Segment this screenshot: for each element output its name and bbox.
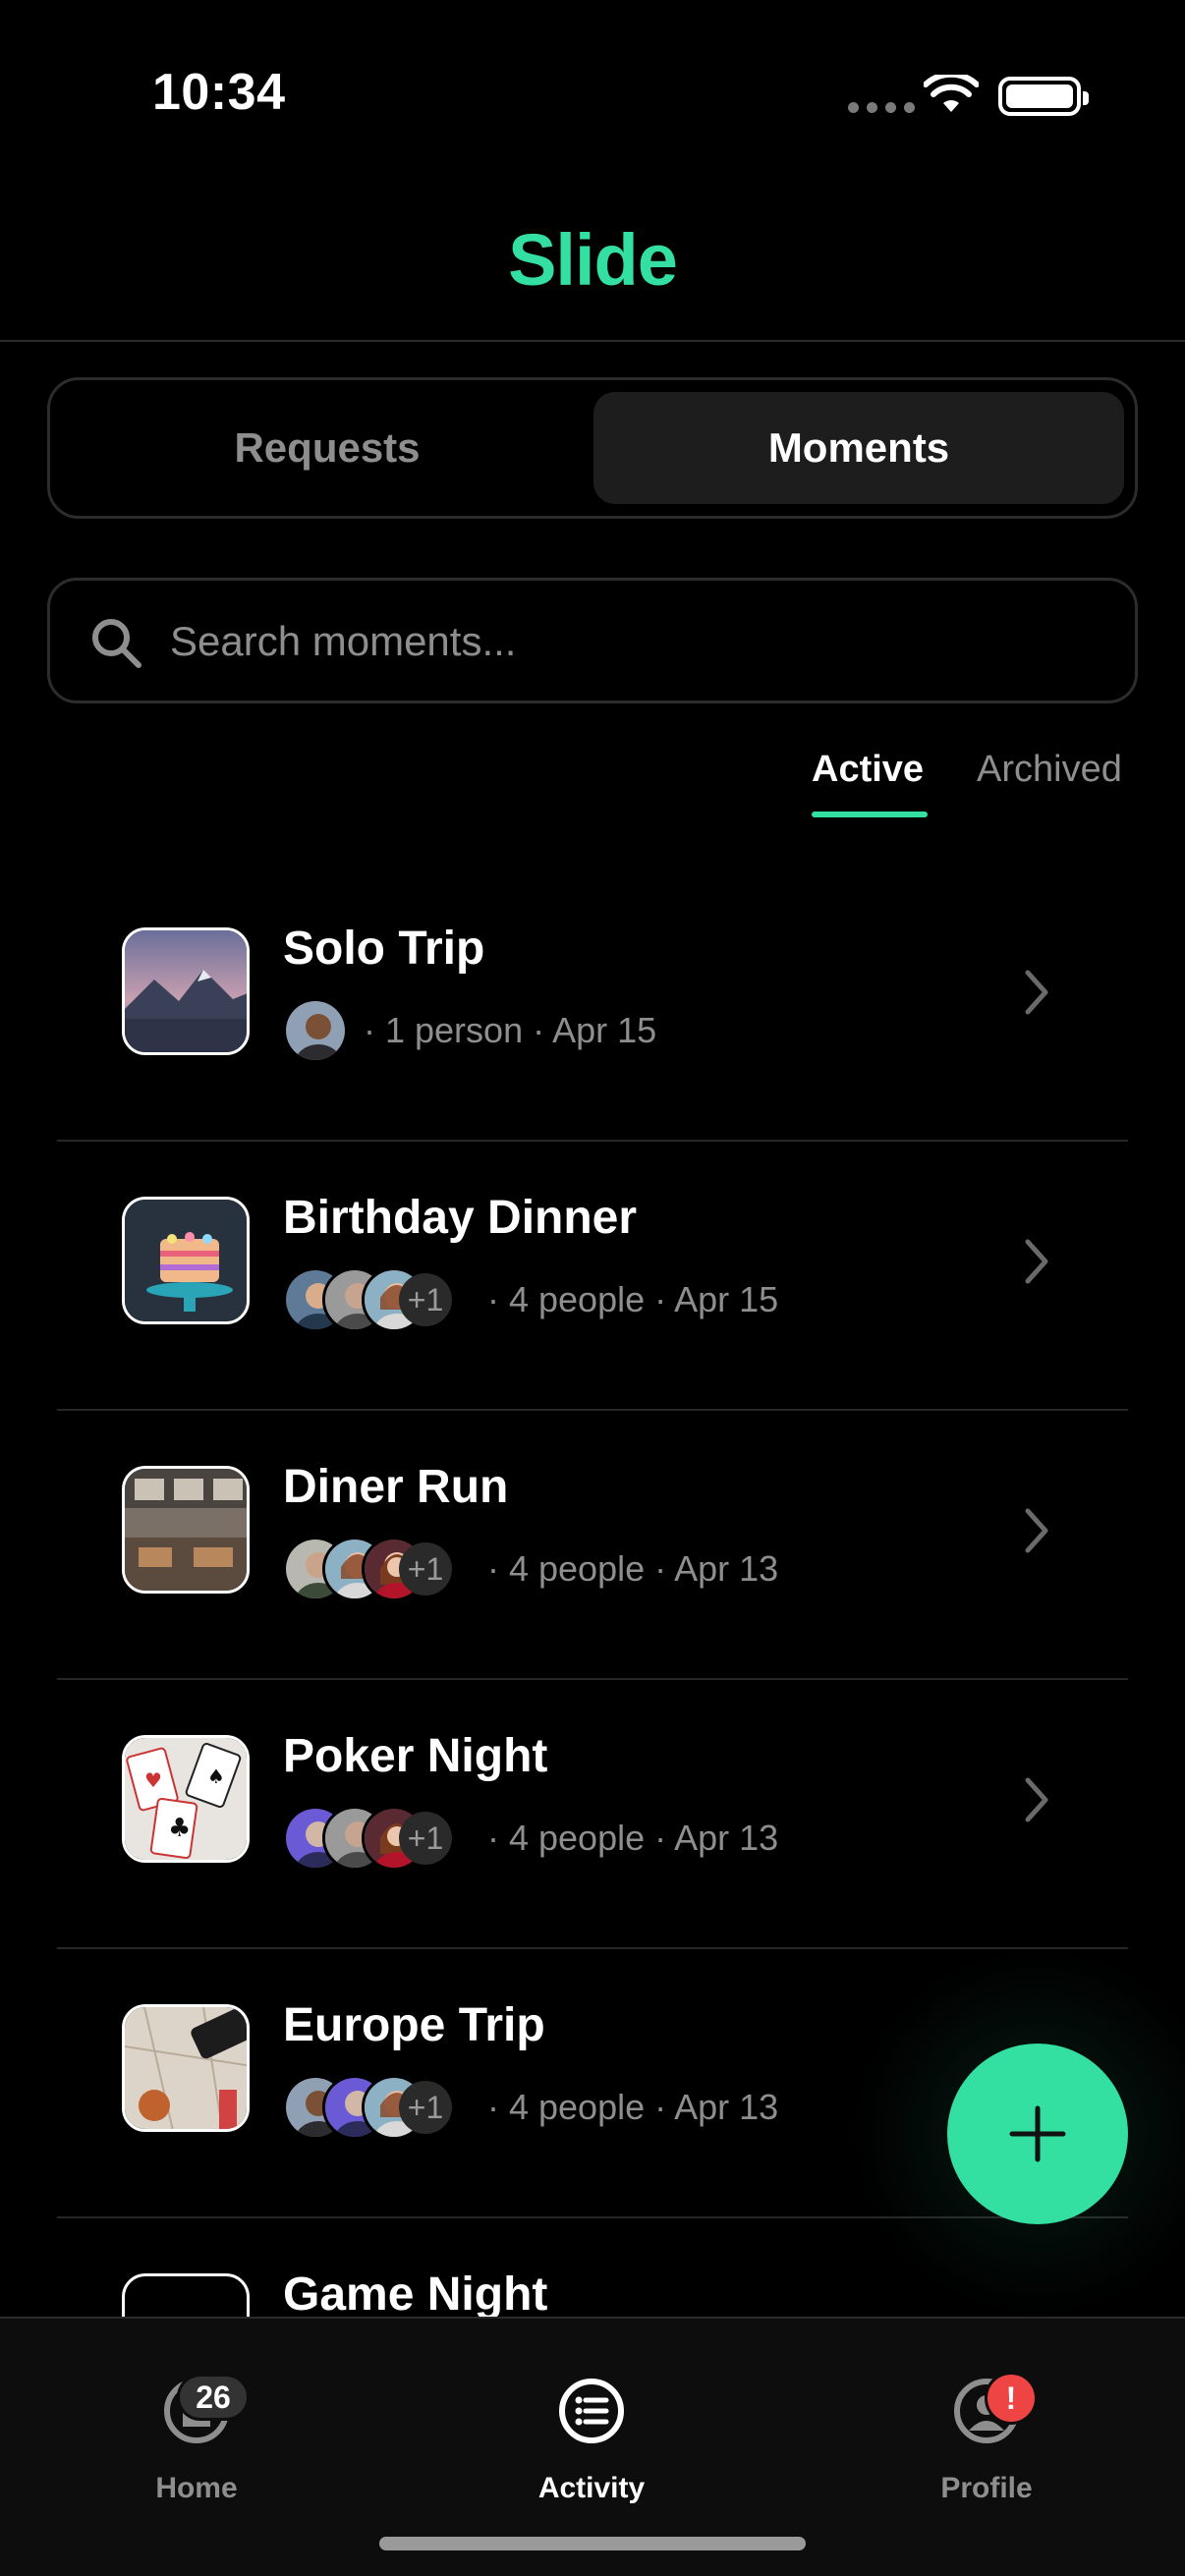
moment-title: Game Night [283,2268,548,2317]
search-input[interactable] [170,600,1103,683]
app-logo: Slide [508,219,678,301]
moment-title: Diner Run [283,1461,509,1513]
tab-activity-label: Activity [537,2472,646,2504]
moment-row[interactable]: Diner Run +1 · 4 people · Apr 13 [0,1411,1185,1680]
battery-icon [998,77,1089,116]
avatar [283,998,348,1063]
moment-meta: · 1 person · Apr 15 [364,1010,657,1050]
moment-thumbnail [122,1197,250,1324]
more-people-badge: +1 [399,1812,452,1865]
tab-activity[interactable]: Activity [493,2378,690,2535]
tab-home-label: Home [155,2472,238,2504]
plus-icon [1009,2105,1066,2162]
moment-row[interactable]: Solo Trip · 1 person · Apr 15 [0,872,1185,1142]
tab-home[interactable]: 26 Home [98,2374,295,2535]
chevron-right-icon [1025,1777,1048,1822]
moment-thumbnail [122,2273,250,2317]
more-people-badge: +1 [399,1273,452,1326]
svg-text:♠: ♠ [207,1764,225,1788]
search-icon [92,619,141,668]
active-tab-indicator [812,812,928,817]
tab-profile[interactable]: ! Profile [888,2372,1085,2535]
alert-badge: ! [985,2372,1038,2425]
moment-title: Europe Trip [283,1999,545,2051]
moment-title: Birthday Dinner [283,1192,638,1244]
svg-text:♥: ♥ [144,1768,162,1792]
moment-meta: · 4 people · Apr 13 [487,1818,779,1858]
moment-thumbnail [122,2004,250,2132]
tab-profile-label: Profile [940,2472,1033,2504]
moment-thumbnail [122,1466,250,1594]
search-bar [47,578,1138,703]
svg-text:♣: ♣ [168,1814,191,1843]
activity-list-icon [559,2379,624,2443]
header-divider [0,340,1185,342]
chevron-right-icon [1025,970,1048,1015]
moments-tab[interactable]: Moments [593,392,1124,504]
archived-filter-tab[interactable]: Archived [977,749,1122,791]
create-moment-button[interactable] [947,2044,1128,2224]
segmented-control: Requests Moments [47,377,1138,519]
moment-row[interactable]: ♣ ♥ ♠ Poker Night +1 · 4 people · Apr 13 [0,1680,1185,1949]
moment-meta: · 4 people · Apr 15 [487,1279,779,1319]
status-time: 10:34 [152,64,286,121]
status-bar: 10:34 [0,0,1185,187]
active-filter-tab[interactable]: Active [812,749,924,791]
more-people-badge: +1 [399,1542,452,1596]
moment-meta: · 4 people · Apr 13 [487,2087,779,2127]
more-people-badge: +1 [399,2081,452,2134]
moment-thumbnail: ♣ ♥ ♠ [122,1735,250,1863]
moment-title: Solo Trip [283,923,485,975]
moment-meta: · 4 people · Apr 13 [487,1548,779,1589]
wifi-icon [924,75,979,112]
chevron-right-icon [1025,1239,1048,1284]
moment-thumbnail [122,927,250,1055]
chevron-right-icon [1025,1508,1048,1553]
cellular-signal-icon [848,102,915,113]
home-indicator [379,2537,806,2550]
moment-row[interactable]: Birthday Dinner +1 · 4 people · Apr 15 [0,1142,1185,1411]
requests-tab[interactable]: Requests [62,392,592,504]
notification-count-badge: 26 [177,2374,250,2421]
moment-title: Poker Night [283,1730,548,1782]
